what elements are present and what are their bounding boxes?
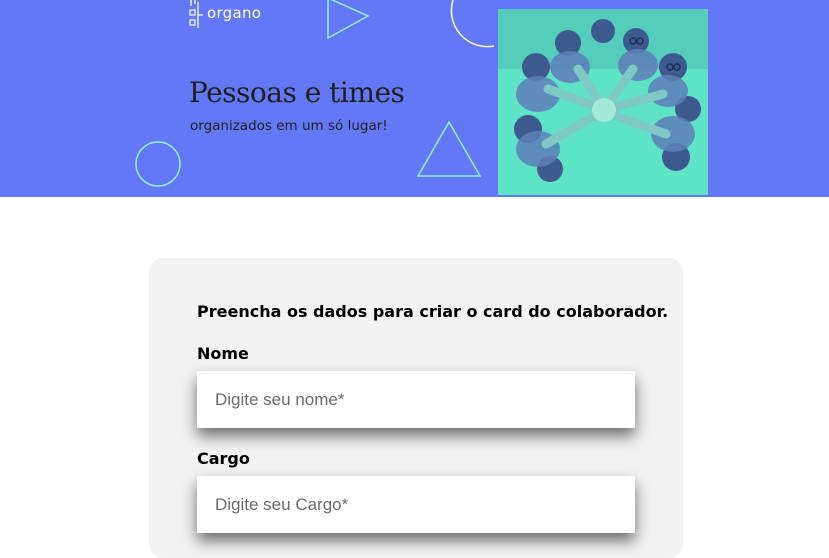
role-label: Cargo [197,449,250,468]
circle-decoration-icon [450,0,495,48]
headline: Pessoas e times [189,76,405,109]
name-input[interactable] [197,371,635,428]
play-triangle-decoration-icon [327,0,370,40]
logo-text: organo [207,4,262,22]
role-input[interactable] [197,476,635,533]
banner: organo Pessoas e times organizados em um… [0,0,829,197]
form-title: Preencha os dados para criar o card do c… [197,302,669,321]
logo-mark-icon [189,0,203,28]
team-hands-together-image [498,9,708,195]
collaborator-form: Preencha os dados para criar o card do c… [149,258,683,558]
name-label: Nome [197,344,249,363]
small-circle-decoration-icon [135,141,181,187]
triangle-decoration-icon [416,120,482,177]
subheadline: organizados em um só lugar! [190,118,388,134]
